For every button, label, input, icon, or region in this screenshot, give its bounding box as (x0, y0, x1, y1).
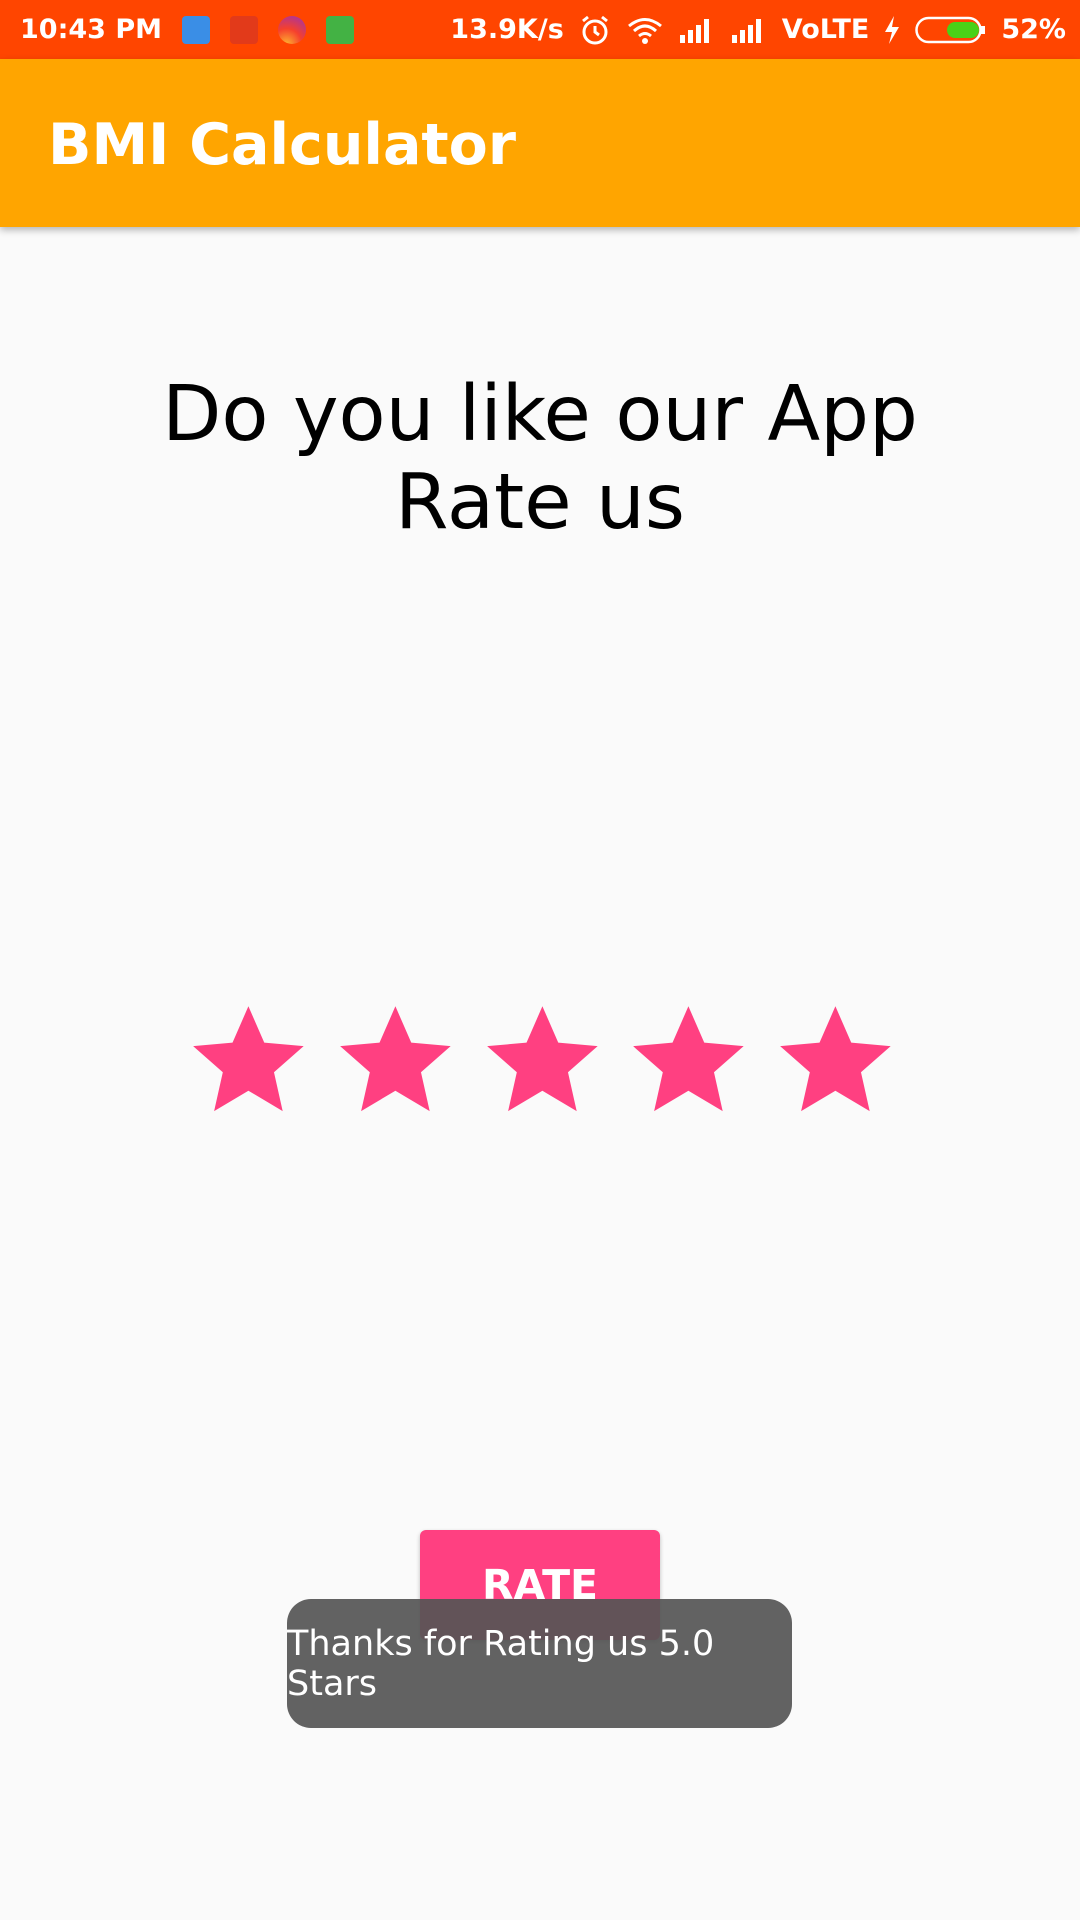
battery-percent: 52% (1001, 14, 1066, 45)
star-icon[interactable] (481, 998, 604, 1122)
toast-message: Thanks for Rating us 5.0 Stars (287, 1599, 792, 1728)
alarm-icon (581, 15, 608, 44)
wifi-icon (627, 17, 662, 44)
android-icon (326, 15, 355, 44)
network-speed: 13.9K/s (450, 14, 564, 45)
star-icon[interactable] (627, 998, 750, 1122)
star-icon[interactable] (334, 998, 457, 1122)
network-type: VoLTE (781, 14, 870, 45)
signal-icon (731, 18, 761, 43)
star-icon[interactable] (774, 998, 897, 1122)
charging-bolt-icon (885, 15, 900, 44)
usb-icon (182, 15, 211, 44)
battery-icon (915, 16, 986, 43)
rating-bar[interactable] (187, 998, 897, 1122)
instagram-icon (278, 15, 307, 44)
rate-prompt-line-1: Do you like our App (162, 370, 918, 459)
status-time: 10:43 PM (20, 14, 163, 45)
app-bar: BMI Calculator (0, 59, 1080, 227)
shopping-bag-icon (230, 15, 259, 44)
star-icon[interactable] (187, 998, 310, 1122)
rate-prompt-line-2: Rate us (395, 458, 685, 547)
app-title: BMI Calculator (48, 112, 516, 178)
status-bar: 10:43 PM 13.9K/s VoLTE 52% (0, 0, 1080, 59)
signal-icon (679, 18, 709, 43)
